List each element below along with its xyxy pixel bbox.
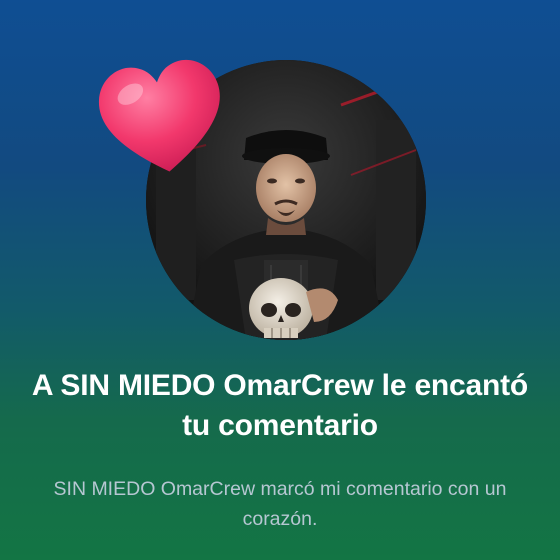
heart-notification-card: A SIN MIEDO OmarCrew le encantó tu comen… xyxy=(0,0,560,560)
notification-subtitle: SIN MIEDO OmarCrew marcó mi comentario c… xyxy=(53,478,507,530)
heart-icon xyxy=(98,60,220,172)
notification-title: A SIN MIEDO OmarCrew le encantó tu comen… xyxy=(31,369,529,442)
